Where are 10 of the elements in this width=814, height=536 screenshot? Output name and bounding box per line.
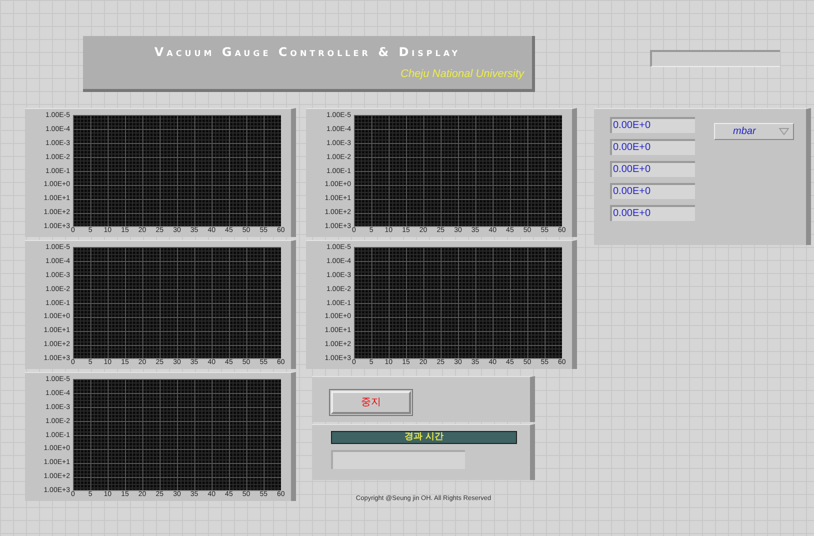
dropdown-arrow-icon — [779, 128, 789, 135]
pressure-reading: 0.00E+0 — [610, 205, 695, 221]
pressure-reading: 0.00E+0 — [610, 117, 695, 133]
unit-dropdown[interactable]: mbar — [714, 123, 794, 140]
pressure-reading: 0.00E+0 — [610, 139, 695, 155]
university-name: Cheju National University — [400, 68, 524, 80]
app-title: Vacuum Gauge Controller & Display — [153, 45, 462, 59]
pressure-reading: 0.00E+0 — [610, 161, 695, 177]
pressure-reading: 0.00E+0 — [610, 183, 695, 199]
elapsed-time-label: 경과 시간 — [331, 431, 517, 444]
